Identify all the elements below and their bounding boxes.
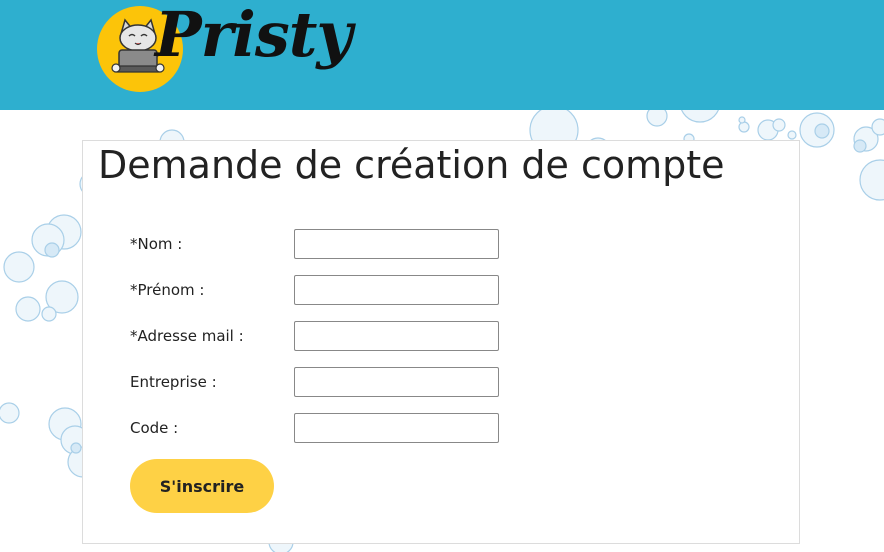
- form-row-prenom: *Prénom :: [130, 275, 510, 305]
- pristy-logo[interactable]: Pristy: [97, 0, 352, 106]
- signup-button[interactable]: S'inscrire: [130, 459, 274, 513]
- logo-text: Pristy: [155, 0, 352, 71]
- entreprise-input[interactable]: [294, 367, 499, 397]
- form-row-nom: *Nom :: [130, 229, 510, 259]
- email-input[interactable]: [294, 321, 499, 351]
- code-input[interactable]: [294, 413, 499, 443]
- prenom-label: *Prénom :: [130, 281, 205, 299]
- nom-label: *Nom :: [130, 235, 183, 253]
- email-label: *Adresse mail :: [130, 327, 244, 345]
- prenom-input[interactable]: [294, 275, 499, 305]
- signup-form-card: Demande de création de compte *Nom : *Pr…: [82, 140, 800, 544]
- page-title: Demande de création de compte: [98, 143, 725, 187]
- form-row-entreprise: Entreprise :: [130, 367, 510, 397]
- header-bar: Pristy: [0, 0, 884, 110]
- nom-input[interactable]: [294, 229, 499, 259]
- form-row-code: Code :: [130, 413, 510, 443]
- form-row-email: *Adresse mail :: [130, 321, 510, 351]
- entreprise-label: Entreprise :: [130, 373, 217, 391]
- code-label: Code :: [130, 419, 179, 437]
